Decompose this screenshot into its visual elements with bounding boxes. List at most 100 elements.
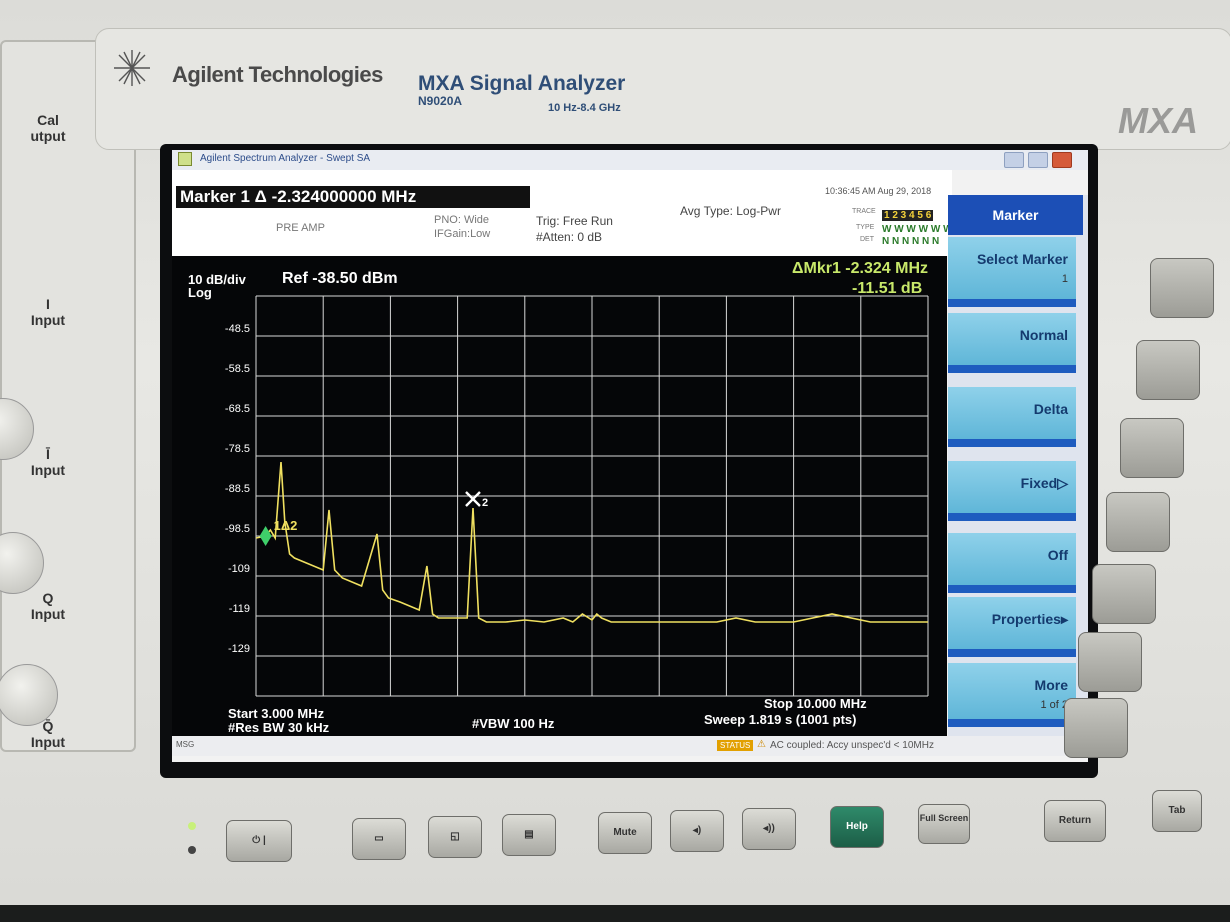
marker-1-diamond xyxy=(259,526,272,546)
cal-output-label: Cal utput xyxy=(30,112,66,144)
y-tick-label: -48.5 xyxy=(225,323,250,335)
help-button[interactable]: Help xyxy=(830,806,884,848)
properties-key[interactable]: Properties▸ xyxy=(948,597,1076,657)
softkey-label: Normal xyxy=(1019,327,1068,343)
y-tick-label: -98.5 xyxy=(225,523,250,535)
next-window-icon[interactable]: ▤ xyxy=(502,814,556,856)
status-bar: MSG STATUS ⚠ AC coupled: Accy unspec'd <… xyxy=(172,736,1088,756)
trace-numbers: 1 2 3 4 5 6 xyxy=(882,210,934,221)
softkey-label: Select Marker xyxy=(976,251,1068,267)
window-split-icon[interactable]: ▭ xyxy=(352,818,406,860)
trace-types: W W W W W W xyxy=(882,224,953,235)
q-input-label: Q Input xyxy=(30,590,66,622)
delta-marker-amp: -11.51 dB xyxy=(852,280,923,297)
status-message: AC coupled: Accy unspec'd < 10MHz xyxy=(770,740,934,751)
standby-led xyxy=(188,822,196,830)
return-button[interactable]: Return xyxy=(1044,800,1106,842)
reference-level: Ref -38.50 dBm xyxy=(282,270,398,287)
q-bar-input-label: Q̄ Input xyxy=(30,718,66,750)
full-screen-label: Full Screen xyxy=(919,813,969,823)
hard-softkey-2[interactable] xyxy=(1136,340,1200,400)
spectrum-chart[interactable]: -48.5 -58.5 -68.5 -78.5 -88.5 -98.5 -109 -119 -1… xyxy=(172,256,947,736)
q-bar-input-connector[interactable] xyxy=(0,664,58,726)
avg-type-setting: Avg Type: Log-Pwr xyxy=(680,204,781,218)
mxa-logo: MXA xyxy=(1118,100,1198,141)
hard-softkey-6[interactable] xyxy=(1078,632,1142,692)
stop-freq: Stop 10.000 MHz xyxy=(764,696,867,711)
pno-setting: PNO: Wide xyxy=(434,214,490,226)
hard-softkey-4[interactable] xyxy=(1106,492,1170,552)
fixed-key[interactable]: Fixed▷ xyxy=(948,461,1076,521)
status-badge[interactable]: STATUS xyxy=(717,740,754,751)
softkey-sub: 1 xyxy=(1061,273,1068,285)
res-bw: #Res BW 30 kHz xyxy=(228,720,330,735)
y-tick-label: -78.5 xyxy=(225,443,250,455)
tab-label: Tab xyxy=(1168,805,1186,816)
menu-title: Marker xyxy=(948,195,1083,235)
ifgain-setting: IFGain:Low xyxy=(434,228,491,240)
warning-icon: ⚠ xyxy=(757,739,766,750)
plot-area[interactable]: -48.5 -58.5 -68.5 -78.5 -88.5 -98.5 -109 -119 -1… xyxy=(172,256,947,736)
marker-readout: Marker 1 Δ -2.324000000 MHz xyxy=(176,186,530,208)
mute-button[interactable]: Mute xyxy=(598,812,652,854)
window-title: Agilent Spectrum Analyzer - Swept SA xyxy=(200,153,371,164)
q-input-connector[interactable] xyxy=(0,532,44,594)
sweep-time: Sweep 1.819 s (1001 pts) xyxy=(704,712,857,727)
app-icon xyxy=(178,152,192,166)
top-bezel xyxy=(95,28,1230,150)
vbw: #VBW 100 Hz xyxy=(472,716,555,731)
return-label: Return xyxy=(1058,815,1092,826)
tab-button[interactable]: Tab xyxy=(1152,790,1202,832)
brand-name: Agilent Technologies xyxy=(172,62,383,87)
y-tick-label: -129 xyxy=(228,643,250,655)
off-key[interactable]: Off xyxy=(948,533,1076,593)
y-tick-label: -88.5 xyxy=(225,483,250,495)
power-button[interactable]: ⏻ | xyxy=(226,820,292,862)
y-tick-label: -58.5 xyxy=(225,363,250,375)
analyzer-screen: Agilent Spectrum Analyzer - Swept SA Mar… xyxy=(172,150,1088,762)
restore-icon[interactable] xyxy=(1028,152,1048,168)
y-tick-label: -109 xyxy=(228,563,250,575)
hard-softkey-5[interactable] xyxy=(1092,564,1156,624)
full-screen-button[interactable]: Full Screen xyxy=(918,804,970,844)
msg-label: MSG xyxy=(176,740,195,749)
hard-softkey-1[interactable] xyxy=(1150,258,1214,318)
delta-key[interactable]: Delta xyxy=(948,387,1076,447)
window-zoom-icon[interactable]: ◱ xyxy=(428,816,482,858)
marker-1-label: 1Δ2 xyxy=(274,518,298,533)
help-label: Help xyxy=(846,821,868,832)
i-input-label: I Input xyxy=(30,296,66,328)
select-marker-key[interactable]: Select Marker 1 xyxy=(948,237,1076,307)
volume-up-icon[interactable]: ◂)) xyxy=(742,808,796,850)
minimize-icon[interactable] xyxy=(1004,152,1024,168)
mute-label: Mute xyxy=(613,827,637,838)
more-key[interactable]: More 1 of 2 xyxy=(948,663,1076,727)
i-bar-input-label: Ī Input xyxy=(30,446,66,478)
preamp-status: PRE AMP xyxy=(276,222,325,234)
softkey-label: Fixed▷ xyxy=(1020,475,1068,491)
softkey-label: More xyxy=(1034,677,1068,693)
y-tick-label: -119 xyxy=(229,603,250,615)
atten-setting: #Atten: 0 dB xyxy=(536,230,603,244)
softkey-menu: Marker Select Marker 1 Normal Delta Fixe… xyxy=(948,195,1088,736)
volume-down-icon[interactable]: ◂) xyxy=(670,810,724,852)
normal-key[interactable]: Normal xyxy=(948,313,1076,373)
softkey-label: Off xyxy=(1047,547,1068,563)
type-label: TYPE xyxy=(856,224,875,231)
softkey-label: Delta xyxy=(1033,401,1068,417)
softkey-label: Properties▸ xyxy=(991,611,1068,627)
close-icon[interactable] xyxy=(1052,152,1072,168)
power-led xyxy=(188,846,196,854)
agilent-spark-icon xyxy=(114,50,150,86)
scale-type: Log xyxy=(188,285,212,300)
trace-detectors: N N N N N N xyxy=(882,236,940,247)
trig-setting: Trig: Free Run xyxy=(536,214,613,228)
timestamp: 10:36:45 AM Aug 29, 2018 xyxy=(825,186,932,196)
product-name: MXA Signal Analyzer xyxy=(418,72,626,95)
marker-2-label: 2 xyxy=(482,497,488,509)
hard-softkey-3[interactable] xyxy=(1120,418,1184,478)
start-freq: Start 3.000 MHz xyxy=(228,706,325,721)
hard-softkey-7[interactable] xyxy=(1064,698,1128,758)
frequency-range: 10 Hz-8.4 GHz xyxy=(548,102,621,114)
model-number: N9020A xyxy=(418,94,463,108)
